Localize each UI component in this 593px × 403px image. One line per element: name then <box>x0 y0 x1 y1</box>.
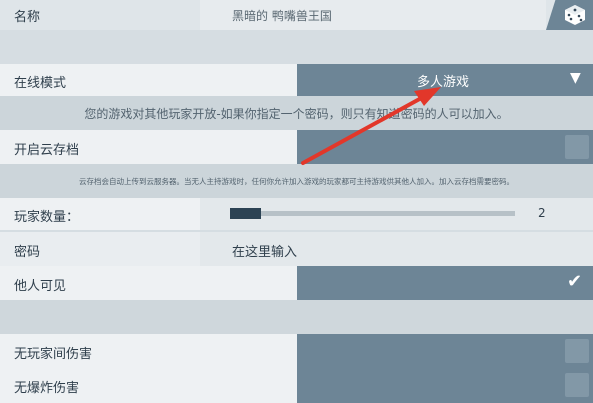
world-name-input[interactable]: 黑暗的 鸭嘴兽王国 <box>200 0 546 30</box>
cloud-save-row: 开启云存档 <box>0 130 593 164</box>
section-gap <box>0 30 593 64</box>
no-explosion-checkbox[interactable] <box>565 373 589 397</box>
online-mode-dropdown[interactable]: 多人游戏 ▼ <box>297 64 593 96</box>
no-pvp-checkbox[interactable] <box>565 339 589 363</box>
password-input[interactable]: 在这里输入 <box>200 232 593 266</box>
player-count-slider-track[interactable] <box>230 211 515 216</box>
cloud-description: 云存档会自动上传到云服务器。当无人主持游戏时，任何你允许加入游戏的玩家都可主持游… <box>0 164 593 198</box>
name-label: 名称 <box>14 10 41 25</box>
visible-toggle-area[interactable]: ✔ <box>297 266 593 300</box>
player-count-value: 2 <box>538 206 546 220</box>
player-count-slider-handle[interactable] <box>230 208 261 219</box>
no-explosion-toggle-area[interactable] <box>297 368 593 403</box>
cloud-save-checkbox[interactable] <box>565 135 589 159</box>
online-description-text: 您的游戏对其他玩家开放-如果你指定一个密码，则只有知道密码的人可以加入。 <box>84 107 509 121</box>
password-row: 密码 在这里输入 <box>0 232 593 266</box>
no-explosion-label: 无爆炸伤害 <box>14 381 80 396</box>
no-explosion-row: 无爆炸伤害 <box>0 368 593 403</box>
no-pvp-row: 无玩家间伤害 <box>0 334 593 368</box>
password-placeholder: 在这里输入 <box>232 245 298 260</box>
visible-label: 他人可见 <box>14 279 67 294</box>
password-label: 密码 <box>14 245 41 260</box>
world-name-value: 黑暗的 鸭嘴兽王国 <box>232 9 332 23</box>
name-row: 名称 黑暗的 鸭嘴兽王国 <box>0 0 593 30</box>
checkmark-icon: ✔ <box>567 271 583 292</box>
online-mode-label: 在线模式 <box>14 76 67 91</box>
dice-icon <box>565 5 585 25</box>
online-mode-row: 在线模式 多人游戏 ▼ <box>0 64 593 96</box>
chevron-down-icon: ▼ <box>570 70 581 86</box>
player-count-row: 玩家数量： 2 <box>0 198 593 230</box>
cloud-save-label: 开启云存档 <box>14 143 80 158</box>
section-gap-2 <box>0 300 593 334</box>
random-name-button[interactable] <box>546 0 593 30</box>
online-mode-value: 多人游戏 <box>417 75 470 90</box>
cloud-description-text: 云存档会自动上传到云服务器。当无人主持游戏时，任何你允许加入游戏的玩家都可主持游… <box>79 177 514 186</box>
visible-row: 他人可见 ✔ <box>0 266 593 300</box>
player-count-slider-area: 2 <box>200 198 593 230</box>
no-pvp-label: 无玩家间伤害 <box>14 347 93 362</box>
player-count-label: 玩家数量： <box>14 210 80 225</box>
visible-checkbox[interactable]: ✔ <box>565 271 589 295</box>
cloud-save-toggle-area[interactable] <box>297 130 593 164</box>
online-description: 您的游戏对其他玩家开放-如果你指定一个密码，则只有知道密码的人可以加入。 <box>0 96 593 130</box>
no-pvp-toggle-area[interactable] <box>297 334 593 368</box>
